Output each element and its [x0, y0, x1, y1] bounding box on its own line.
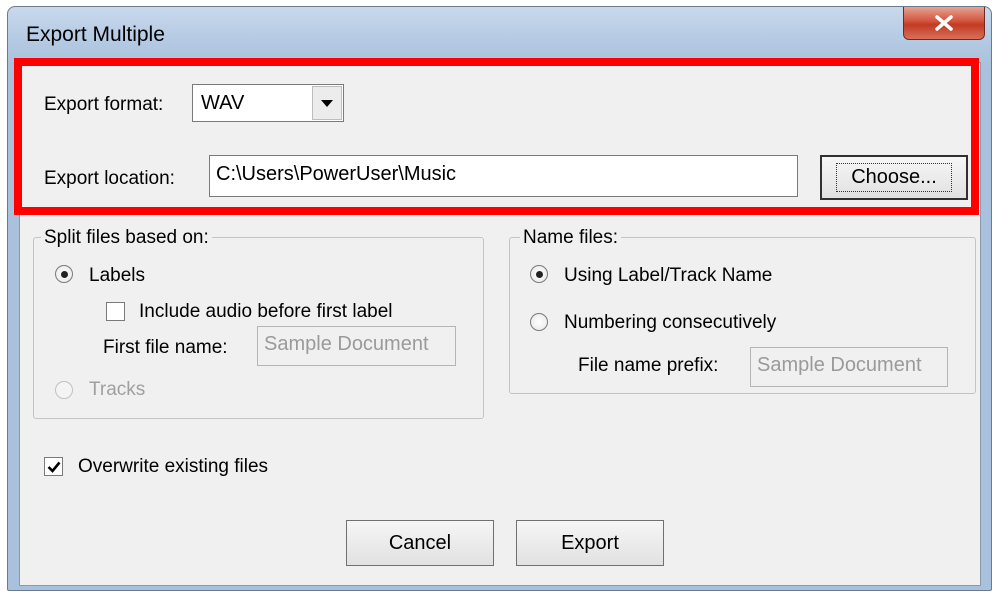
- cancel-button-label: Cancel: [388, 531, 452, 554]
- file-name-prefix-value: Sample Document: [757, 354, 922, 376]
- file-name-prefix-label: File name prefix:: [578, 355, 719, 376]
- first-file-name-value: Sample Document: [264, 333, 429, 355]
- include-audio-checkbox[interactable]: [106, 302, 125, 321]
- cancel-button[interactable]: Cancel: [346, 520, 494, 566]
- highlight-box: [14, 58, 979, 215]
- split-files-title: Split files based on:: [41, 227, 212, 249]
- close-icon: [935, 15, 953, 31]
- tracks-radio: [55, 381, 73, 399]
- labels-radio[interactable]: [55, 265, 73, 283]
- using-label-radio[interactable]: [530, 265, 548, 283]
- numbering-radio-label: Numbering consecutively: [564, 312, 777, 333]
- numbering-radio[interactable]: [530, 313, 548, 331]
- file-name-prefix-input: Sample Document: [750, 347, 948, 387]
- first-file-name-label: First file name:: [103, 337, 228, 358]
- first-file-name-input: Sample Document: [257, 326, 456, 366]
- export-button[interactable]: Export: [516, 520, 664, 566]
- overwrite-checkbox[interactable]: [44, 457, 63, 476]
- labels-radio-label: Labels: [89, 265, 145, 286]
- using-label-radio-label: Using Label/Track Name: [564, 265, 773, 286]
- window-title: Export Multiple: [26, 23, 165, 46]
- include-audio-label: Include audio before first label: [139, 301, 393, 322]
- tracks-radio-label: Tracks: [89, 379, 146, 400]
- checkmark-icon: [47, 461, 61, 473]
- overwrite-label: Overwrite existing files: [78, 456, 269, 477]
- name-files-title: Name files:: [520, 227, 622, 249]
- export-button-label: Export: [561, 531, 619, 554]
- close-button[interactable]: [903, 7, 985, 40]
- title-bar[interactable]: Export Multiple: [8, 7, 991, 62]
